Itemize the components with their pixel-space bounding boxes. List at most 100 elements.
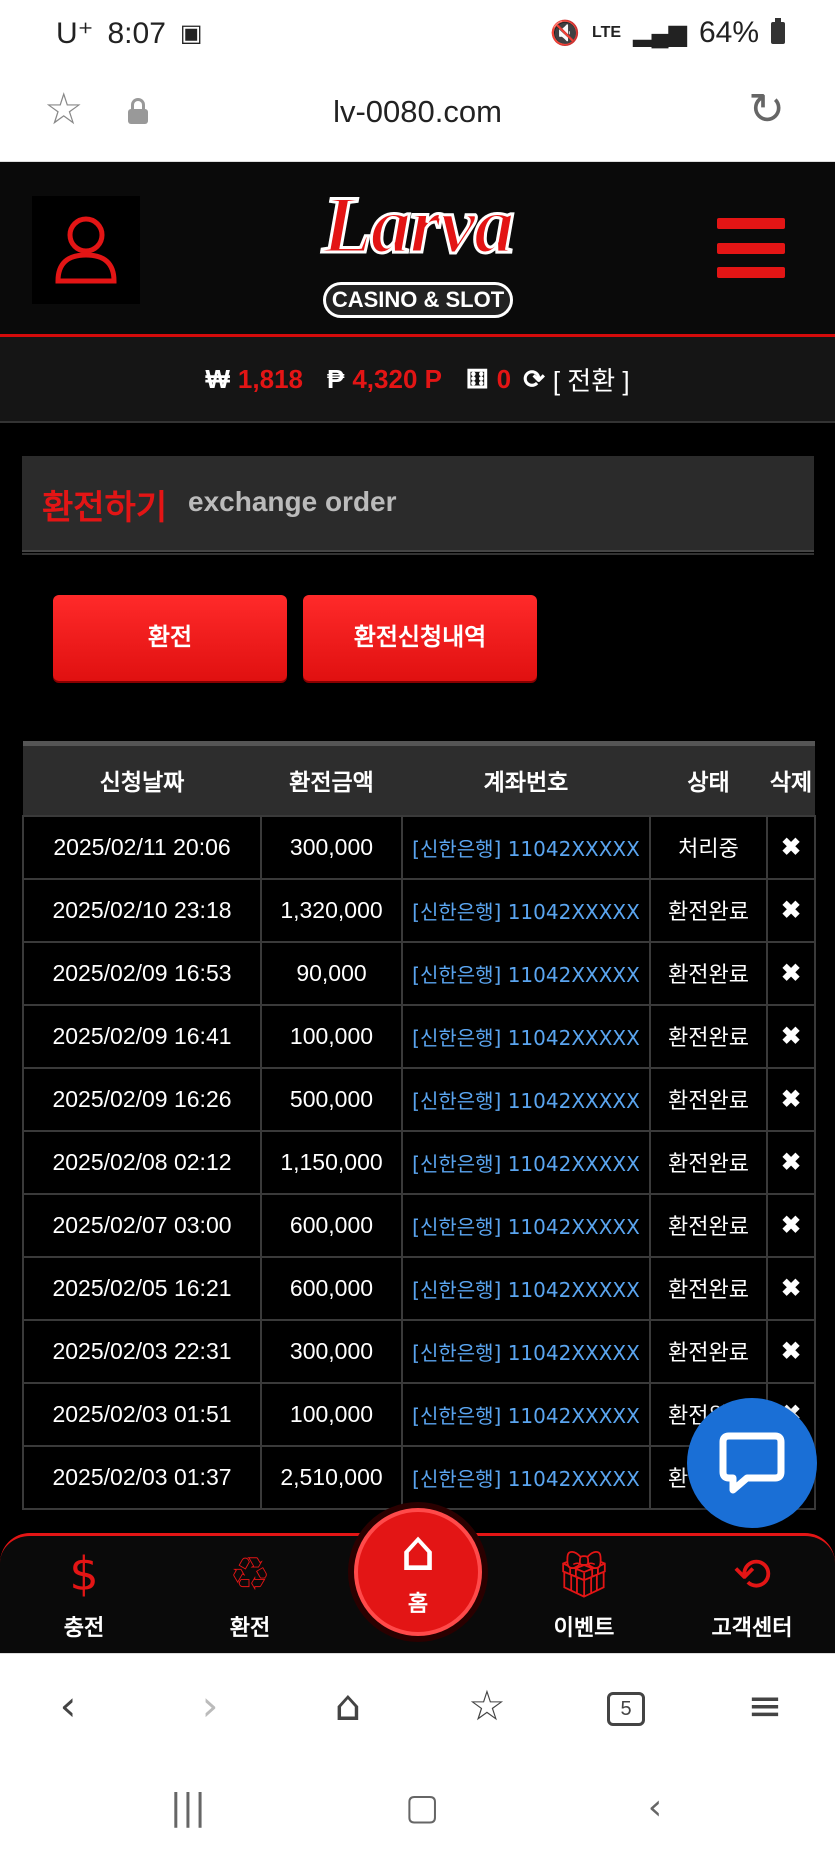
delete-icon[interactable]: ✖ xyxy=(766,877,816,943)
header-amount: 환전금액 xyxy=(261,741,402,816)
cell-status: 환전완료 xyxy=(649,1003,768,1069)
table-row: 2025/02/07 03:00 600,000 [신한은행] 11042XXXXX… xyxy=(22,1192,816,1258)
refresh-icon[interactable]: ⟳ xyxy=(523,364,545,395)
nav-home[interactable]: ⌂ 홈 xyxy=(354,1508,482,1636)
tabs-button[interactable]: 5 xyxy=(591,1676,661,1736)
nav-withdraw-label: 환전 xyxy=(229,1616,271,1641)
page-title: 환전하기 xyxy=(42,488,168,528)
signal-icon: ▂▄▆ xyxy=(633,19,687,47)
battery-icon xyxy=(771,18,785,44)
gallery-notification-icon: ▣ xyxy=(179,20,203,47)
cell-date: 2025/02/09 16:41 xyxy=(22,1003,262,1069)
table-row: 2025/02/09 16:26 500,000 [신한은행] 11042XXXXX… xyxy=(22,1066,816,1132)
page-subtitle: exchange order xyxy=(188,486,397,517)
header-delete: 삭제 xyxy=(767,741,815,816)
cell-amount: 1,320,000 xyxy=(260,877,403,943)
cell-date: 2025/02/09 16:26 xyxy=(22,1066,262,1132)
browser-toolbar: ‹ › ⌂ ☆ 5 ≡ xyxy=(0,1653,835,1758)
nav-withdraw[interactable]: ♲ 환전 xyxy=(190,1546,310,1654)
site-header: Larva CASINO & SLOT xyxy=(0,162,835,337)
cell-status: 환전완료 xyxy=(649,1255,768,1321)
exchange-button[interactable]: 환전 xyxy=(53,595,287,681)
page-title-box: 환전하기 exchange order xyxy=(22,456,814,552)
delete-icon[interactable]: ✖ xyxy=(766,1192,816,1258)
delete-icon[interactable]: ✖ xyxy=(766,1318,816,1384)
hamburger-menu-icon[interactable] xyxy=(717,218,785,278)
browser-url-bar: ☆ lv-0080.com ↻ xyxy=(0,70,835,162)
table-row: 2025/02/10 23:18 1,320,000 [신한은행] 11042XXX… xyxy=(22,877,816,943)
dice-icon: ⚅ xyxy=(465,363,489,394)
system-home-icon[interactable]: ▢ xyxy=(382,1778,462,1838)
cell-date: 2025/02/09 16:53 xyxy=(22,940,262,1006)
mute-icon: 🔇 xyxy=(550,19,580,47)
nav-deposit[interactable]: $ 충전 xyxy=(24,1546,144,1654)
cell-amount: 500,000 xyxy=(260,1066,403,1132)
status-bar: U⁺ 8:07 ▣ 🔇 LTE ▂▄▆ 64% xyxy=(0,0,835,70)
cell-account: [신한은행] 11042XXXXX xyxy=(401,814,651,880)
user-button[interactable] xyxy=(32,196,140,304)
back-arrow-icon[interactable]: ‹ xyxy=(33,1676,103,1736)
forward-arrow-icon[interactable]: › xyxy=(175,1676,245,1736)
bookmarks-icon[interactable]: ☆ xyxy=(452,1676,522,1736)
table-row: 2025/02/05 16:21 600,000 [신한은행] 11042XXXXX… xyxy=(22,1255,816,1321)
cell-account: [신한은행] 11042XXXXX xyxy=(401,1129,651,1195)
balance-bar: ₩ 1,818 ₱ 4,320 P ⚅ 0 ⟳ [ 전환 ] xyxy=(0,337,835,423)
table-row: 2025/02/03 22:31 300,000 [신한은행] 11042XXXXX… xyxy=(22,1318,816,1384)
cell-date: 2025/02/03 01:37 xyxy=(22,1444,262,1510)
header-date: 신청날짜 xyxy=(23,741,261,816)
browser-menu-icon[interactable]: ≡ xyxy=(730,1676,800,1736)
battery-percent: 64% xyxy=(698,16,759,49)
cell-status: 환전완료 xyxy=(649,1066,768,1132)
delete-icon[interactable]: ✖ xyxy=(766,1129,816,1195)
recent-apps-icon[interactable]: ||| xyxy=(148,1778,228,1838)
cell-date: 2025/02/07 03:00 xyxy=(22,1192,262,1258)
logo-sub-text: CASINO & SLOT xyxy=(323,282,513,318)
won-icon: ₩ xyxy=(205,363,230,394)
cell-account: [신한은행] 11042XXXXX xyxy=(401,1444,651,1510)
delete-icon[interactable]: ✖ xyxy=(766,814,816,880)
title-divider xyxy=(22,553,814,555)
delete-icon[interactable]: ✖ xyxy=(766,940,816,1006)
cell-status: 환전완료 xyxy=(649,1318,768,1384)
cell-account: [신한은행] 11042XXXXX xyxy=(401,940,651,1006)
cell-date: 2025/02/03 01:51 xyxy=(22,1381,262,1447)
cell-account: [신한은행] 11042XXXXX xyxy=(401,1066,651,1132)
nav-event[interactable]: 🎁︎ 이벤트 xyxy=(524,1546,644,1654)
table-row: 2025/02/08 02:12 1,150,000 [신한은행] 11042XXX… xyxy=(22,1129,816,1195)
delete-icon[interactable]: ✖ xyxy=(766,1003,816,1069)
tabs-count: 5 xyxy=(607,1691,645,1726)
status-right: 🔇 LTE ▂▄▆ 64% xyxy=(550,16,785,50)
delete-icon[interactable]: ✖ xyxy=(766,1066,816,1132)
home-icon: ⌂ xyxy=(400,1519,436,1584)
chat-button[interactable] xyxy=(687,1398,817,1528)
cell-status: 처리중 xyxy=(649,814,768,880)
table-row: 2025/02/11 20:06 300,000 [신한은행] 11042XXXXX… xyxy=(22,814,816,880)
cell-amount: 90,000 xyxy=(260,940,403,1006)
delete-icon[interactable]: ✖ xyxy=(766,1255,816,1321)
nav-deposit-label: 충전 xyxy=(63,1616,105,1641)
browser-home-icon[interactable]: ⌂ xyxy=(313,1676,383,1736)
deposit-hand-icon: $ xyxy=(69,1547,99,1601)
exchange-history-button[interactable]: 환전신청내역 xyxy=(303,595,537,681)
nav-support[interactable]: ⟲ 고객센터 xyxy=(692,1546,812,1654)
user-icon xyxy=(55,216,117,284)
nav-support-label: 고객센터 xyxy=(711,1616,793,1641)
cell-status: 환전완료 xyxy=(649,940,768,1006)
url-text[interactable]: lv-0080.com xyxy=(0,94,835,130)
table-row: 2025/02/09 16:53 90,000 [신한은행] 11042XXXXX 환… xyxy=(22,940,816,1006)
site-logo[interactable]: Larva CASINO & SLOT xyxy=(295,174,540,329)
system-back-icon[interactable]: ‹ xyxy=(615,1778,695,1838)
cell-amount: 300,000 xyxy=(260,814,403,880)
withdraw-hands-icon: ♲ xyxy=(229,1547,271,1601)
cell-date: 2025/02/03 22:31 xyxy=(22,1318,262,1384)
gift-icon: 🎁︎ xyxy=(554,1547,614,1601)
cell-account: [신한은행] 11042XXXXX xyxy=(401,1003,651,1069)
exchange-table: 신청날짜 환전금액 계좌번호 상태 삭제 2025/02/11 20:06 300… xyxy=(22,741,816,1510)
network-label: LTE xyxy=(592,24,622,41)
swap-button[interactable]: [ 전환 ] xyxy=(553,361,630,398)
header-status: 상태 xyxy=(650,741,767,816)
system-nav-bar: ||| ▢ ‹ xyxy=(0,1758,835,1856)
cell-amount: 100,000 xyxy=(260,1381,403,1447)
cell-date: 2025/02/11 20:06 xyxy=(22,814,262,880)
reload-icon[interactable]: ↻ xyxy=(748,88,785,132)
